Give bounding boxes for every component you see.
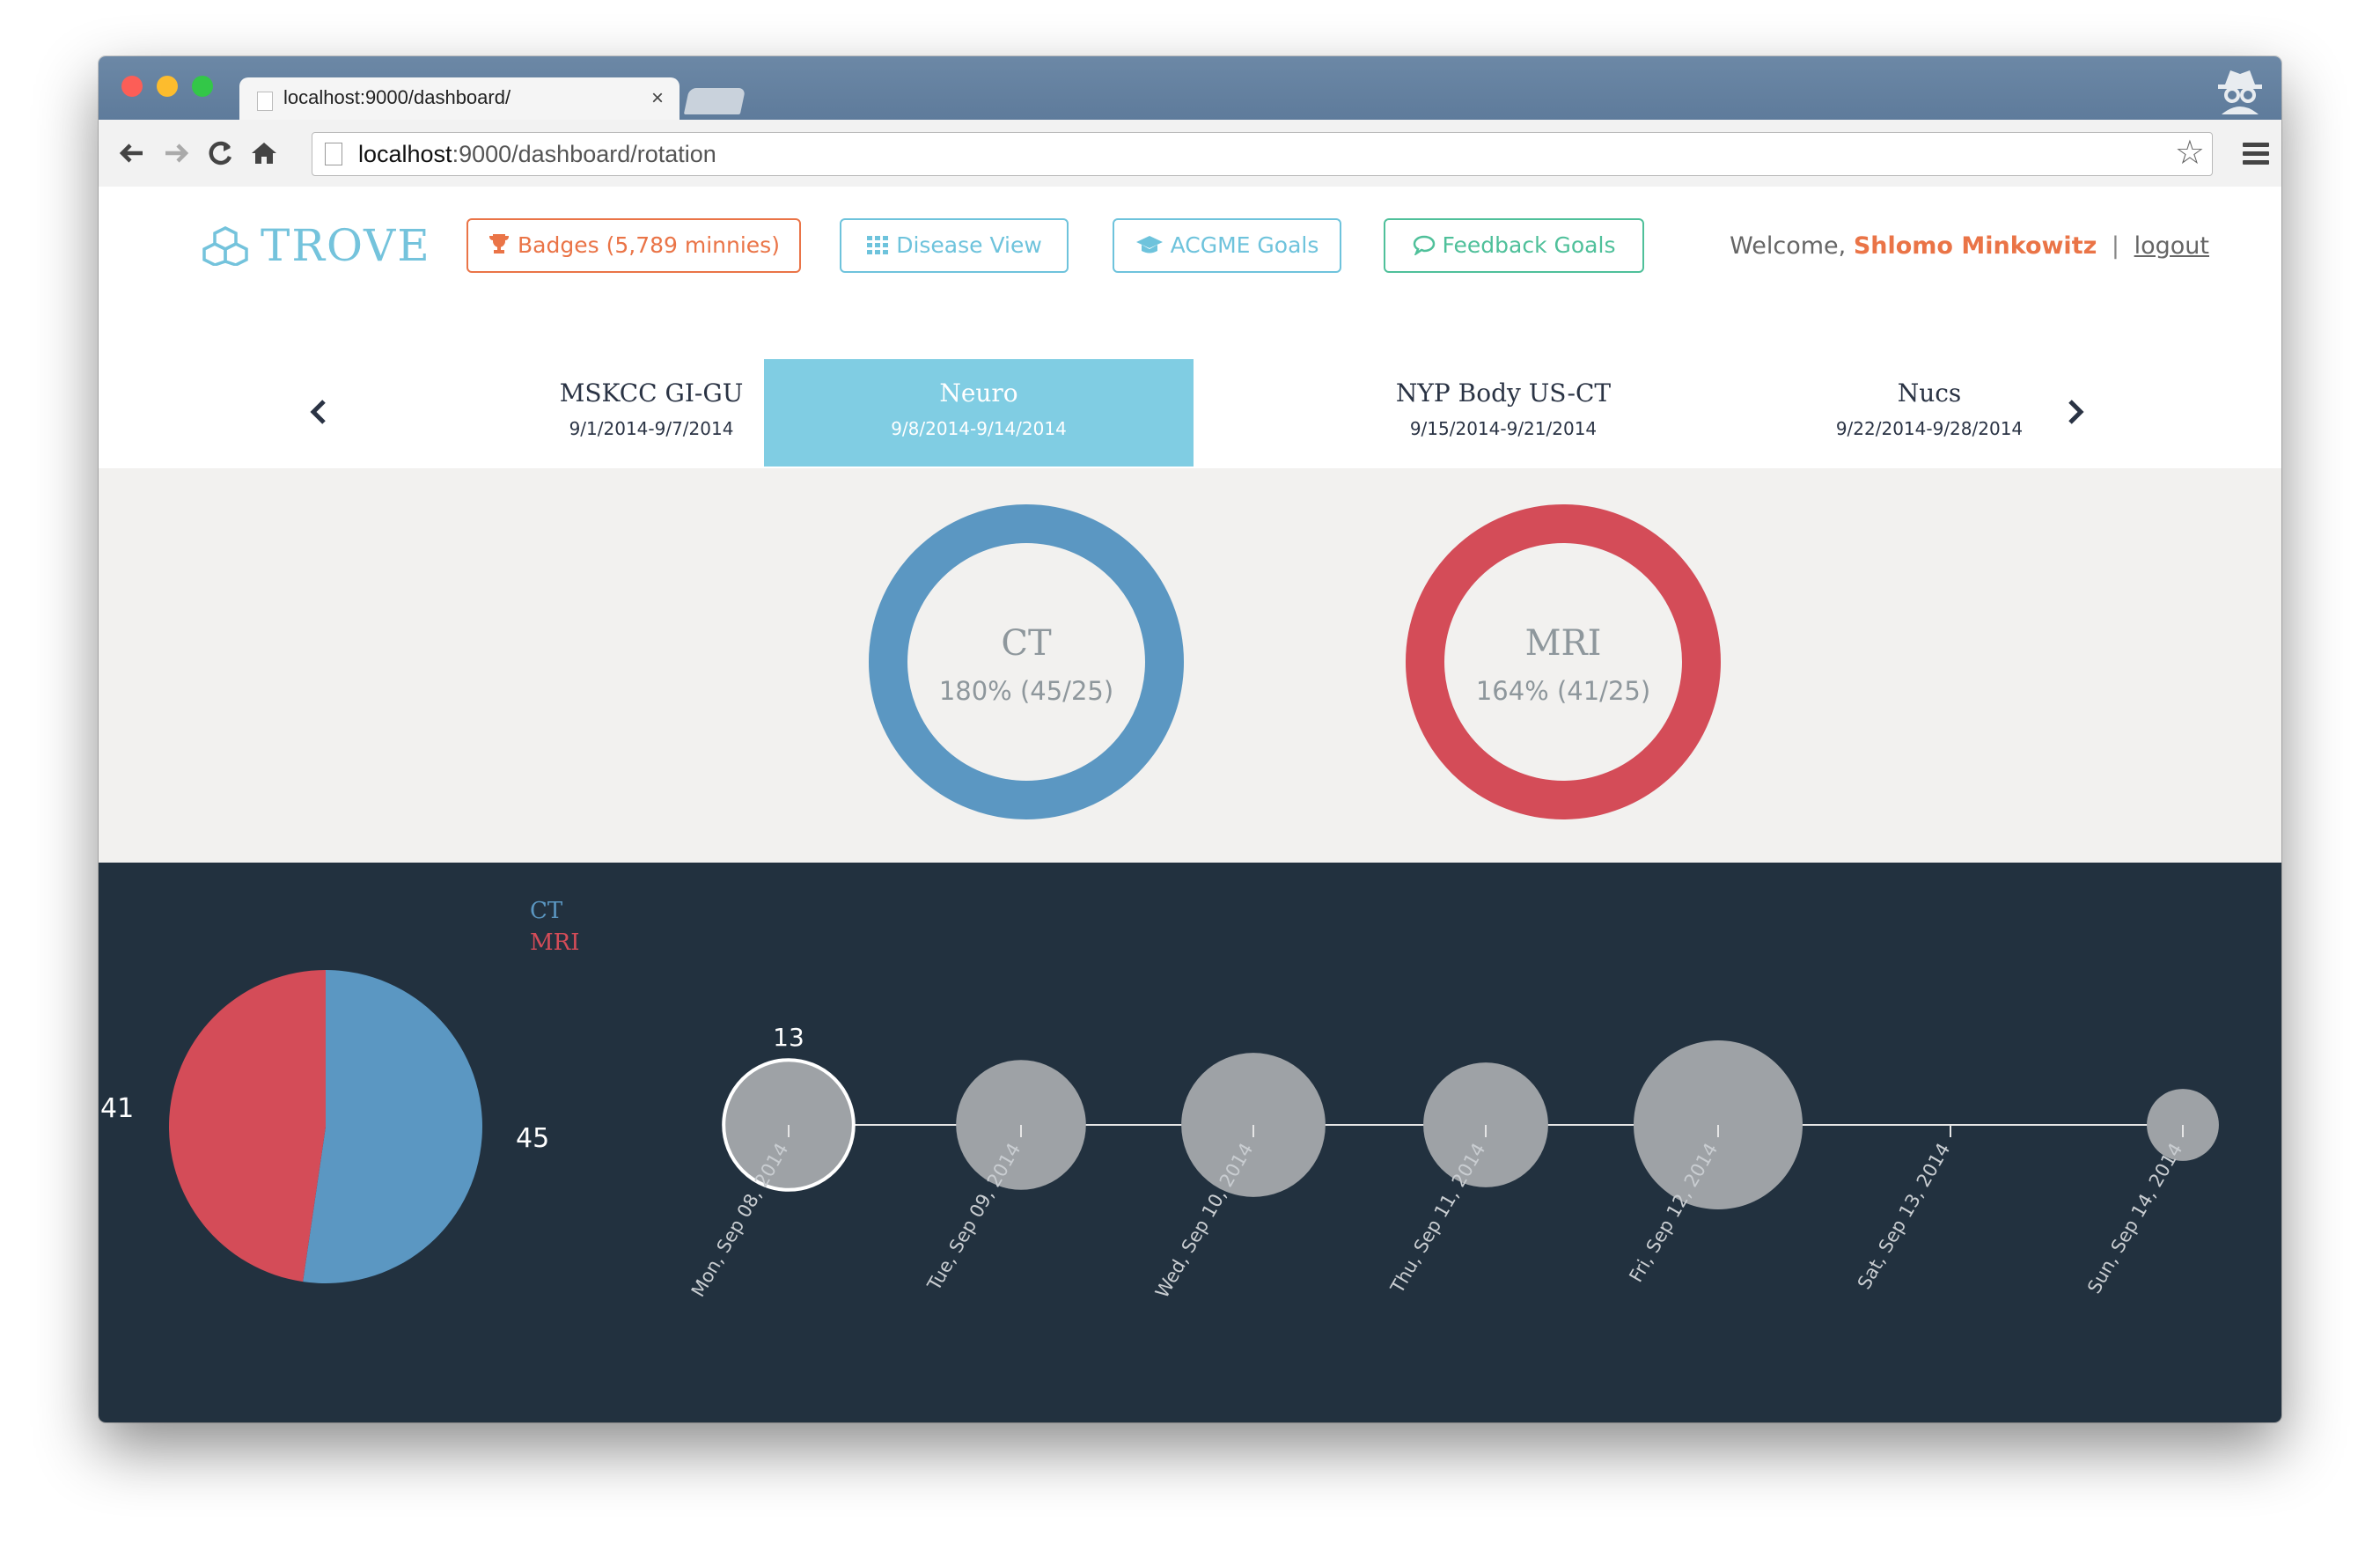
app-header: TROVE Badges (5,789 minnies) Disease Vie… xyxy=(99,187,2281,468)
rotation-name: Neuro xyxy=(939,378,1018,408)
rotation-item-nyp-body[interactable]: NYP Body US-CT 9/15/2014-9/21/2014 xyxy=(1289,359,1718,467)
goal-progress: 180% (45/25) xyxy=(938,676,1114,706)
disease-view-button[interactable]: Disease View xyxy=(840,218,1069,273)
welcome-message: Welcome, Shlomo Minkowitz | logout xyxy=(1730,232,2209,260)
dashboard-page: TROVE Badges (5,789 minnies) Disease Vie… xyxy=(99,187,2281,1422)
url-path: :9000/dashboard/rotation xyxy=(452,141,716,167)
browser-menu-icon[interactable] xyxy=(2243,143,2269,169)
browser-tab[interactable]: localhost:9000/dashboard/ × xyxy=(239,77,679,121)
title-bar: localhost:9000/dashboard/ × xyxy=(99,56,2281,121)
forward-icon[interactable] xyxy=(158,136,194,171)
goal-progress-section: CT 180% (45/25) MRI 164% (41/25) xyxy=(99,468,2281,863)
address-bar[interactable]: localhost:9000/dashboard/rotation ☆ xyxy=(312,132,2213,176)
browser-toolbar: localhost:9000/dashboard/rotation ☆ xyxy=(99,120,2281,187)
minimize-window-button[interactable] xyxy=(157,76,178,97)
rotation-name: NYP Body US-CT xyxy=(1395,378,1612,408)
back-icon[interactable] xyxy=(114,136,150,171)
acgme-goals-button[interactable]: ACGME Goals xyxy=(1113,218,1341,273)
bookmark-star-icon[interactable]: ☆ xyxy=(2175,133,2205,173)
rotation-dates: 9/8/2014-9/14/2014 xyxy=(891,418,1067,439)
feedback-goals-button[interactable]: Feedback Goals xyxy=(1384,218,1644,273)
page-icon xyxy=(325,143,342,165)
close-window-button[interactable] xyxy=(121,76,143,97)
logout-link[interactable]: logout xyxy=(2134,232,2209,260)
chevron-left-icon[interactable] xyxy=(301,387,336,437)
user-name[interactable]: Shlomo Minkowitz xyxy=(1854,232,2097,260)
graduation-cap-icon xyxy=(1135,236,1163,253)
daily-studies-timeline: 13Mon, Sep 08, 2014 Tue, Sep 09, 2014 Wed,… xyxy=(687,1023,2219,1302)
goal-name: CT xyxy=(1001,623,1052,664)
rotation-dates: 9/15/2014-9/21/2014 xyxy=(1409,418,1598,439)
chevron-right-icon[interactable] xyxy=(2058,387,2093,437)
url-host: localhost xyxy=(358,141,452,167)
rotation-carousel: MSKCC GI-GU 9/1/2014-9/7/2014 Neuro 9/8/… xyxy=(99,359,2281,467)
mri-goal-ring[interactable]: MRI 164% (41/25) xyxy=(1405,503,1722,820)
maximize-window-button[interactable] xyxy=(192,76,213,97)
axis-date-label: Sat, Sep 13, 2014 xyxy=(1854,1140,1955,1293)
badges-label: Badges (5,789 minnies) xyxy=(518,232,780,258)
goal-name: MRI xyxy=(1524,623,1602,664)
feedback-goals-label: Feedback Goals xyxy=(1442,232,1616,258)
goal-progress: 164% (41/25) xyxy=(1475,676,1651,706)
home-icon[interactable] xyxy=(246,136,282,171)
cubes-icon xyxy=(202,226,248,266)
trove-logo[interactable]: TROVE xyxy=(202,220,431,271)
tab-title: localhost:9000/dashboard/ xyxy=(283,86,511,108)
ct-ring-label: CT 180% (45/25) xyxy=(868,503,1185,820)
reload-icon[interactable] xyxy=(202,136,238,171)
speech-bubble-icon xyxy=(1413,235,1435,257)
disease-view-label: Disease View xyxy=(896,232,1042,258)
mri-ring-label: MRI 164% (41/25) xyxy=(1405,503,1722,820)
tab-close-icon[interactable]: × xyxy=(651,86,664,111)
browser-window: localhost:9000/dashboard/ × localhost:90… xyxy=(99,56,2281,1422)
logo-text: TROVE xyxy=(261,220,431,271)
bubble-value-label: 13 xyxy=(773,1023,804,1052)
axis-date-label: Sun, Sep 14, 2014 xyxy=(2083,1140,2186,1297)
acgme-goals-label: ACGME Goals xyxy=(1170,232,1319,258)
badges-button[interactable]: Badges (5,789 minnies) xyxy=(466,218,801,273)
trophy-icon xyxy=(489,234,510,253)
study-charts-section: CT MRI 41 45 13 Mon, Sep 08, 2014 Tue, Sep… xyxy=(99,863,2281,1422)
welcome-prefix: Welcome, xyxy=(1730,232,1847,260)
grid-icon xyxy=(867,236,889,254)
page-favicon-icon xyxy=(257,92,273,111)
new-tab-button[interactable] xyxy=(683,88,746,114)
rotation-item-neuro[interactable]: Neuro 9/8/2014-9/14/2014 xyxy=(764,359,1194,467)
incognito-icon xyxy=(2218,70,2262,114)
ct-goal-ring[interactable]: CT 180% (45/25) xyxy=(868,503,1185,820)
welcome-separator: | xyxy=(2111,232,2120,260)
